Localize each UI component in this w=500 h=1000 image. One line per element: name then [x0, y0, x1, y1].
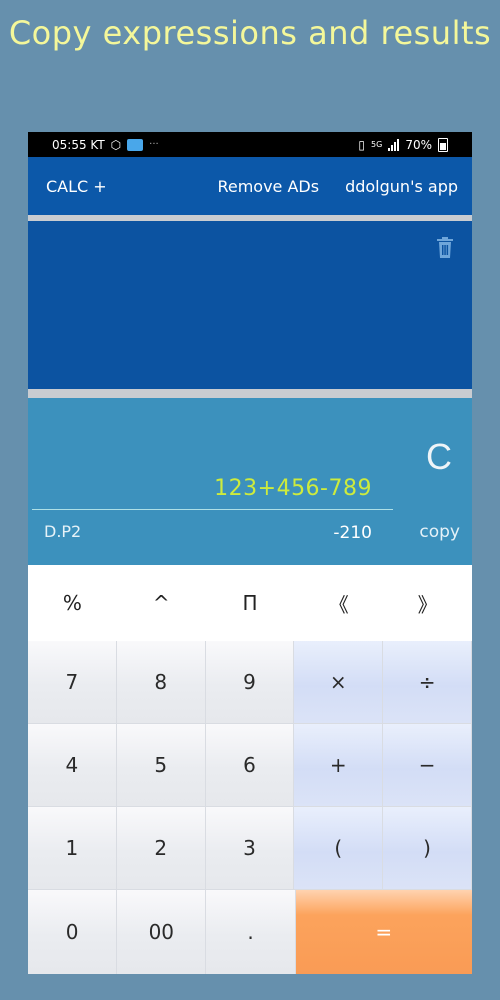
trash-icon[interactable]: [436, 237, 454, 259]
percent-key[interactable]: %: [28, 565, 117, 641]
multiply-key[interactable]: ×: [294, 641, 384, 724]
more-notifications-icon: ···: [149, 139, 159, 150]
remove-ads-button[interactable]: Remove ADs: [217, 177, 319, 196]
keypad: % ^ Π 《 》 7 8 9 × ÷ 4 5 6 + − 1 2 3 ( ): [28, 565, 472, 974]
key-2[interactable]: 2: [116, 807, 206, 890]
key-0[interactable]: 0: [28, 890, 118, 974]
key-6[interactable]: 6: [205, 724, 295, 807]
divide-key[interactable]: ÷: [383, 641, 472, 724]
key-3[interactable]: 3: [205, 807, 295, 890]
vibrate-icon: ▯: [358, 137, 366, 152]
notification-icon: [127, 138, 144, 151]
keypad-row: 0 00 . =: [28, 890, 472, 974]
promo-title: Copy expressions and results: [8, 14, 492, 52]
cursor-right-key[interactable]: 》: [383, 565, 472, 641]
equals-key[interactable]: =: [295, 890, 472, 974]
developer-app-button[interactable]: ddolgun's app: [345, 177, 458, 196]
open-paren-key[interactable]: (: [294, 807, 384, 890]
keypad-row: 1 2 3 ( ): [28, 807, 472, 890]
minus-key[interactable]: −: [383, 724, 472, 807]
result-value: -210: [333, 523, 372, 543]
key-5[interactable]: 5: [116, 724, 206, 807]
decimal-places-button[interactable]: D.P2: [44, 522, 81, 541]
signal-icon: [388, 138, 400, 151]
expression-underline: [32, 509, 393, 510]
keypad-row-functions: % ^ Π 《 》: [28, 565, 472, 641]
close-paren-key[interactable]: ): [383, 807, 472, 890]
status-bar: 05:55 KT ⬡ ··· ▯ 5G 70%: [28, 132, 472, 157]
plus-key[interactable]: +: [294, 724, 384, 807]
app-title: CALC +: [46, 176, 107, 196]
clear-button[interactable]: C: [426, 436, 452, 478]
divider: [28, 389, 472, 398]
phone-screen: 05:55 KT ⬡ ··· ▯ 5G 70% CALC + Remove AD…: [28, 132, 472, 974]
network-type: 5G: [371, 140, 383, 149]
key-9[interactable]: 9: [205, 641, 295, 724]
key-7[interactable]: 7: [28, 641, 117, 724]
status-time: 05:55 KT: [52, 137, 105, 152]
key-00[interactable]: 00: [117, 890, 207, 974]
copy-button[interactable]: copy: [419, 522, 460, 542]
hexagon-icon: ⬡: [110, 137, 122, 152]
history-panel[interactable]: [28, 221, 472, 389]
key-8[interactable]: 8: [116, 641, 206, 724]
pi-key[interactable]: Π: [205, 565, 295, 641]
decimal-key[interactable]: .: [206, 890, 296, 974]
key-1[interactable]: 1: [28, 807, 117, 890]
cursor-left-key[interactable]: 《: [294, 565, 384, 641]
battery-percent: 70%: [405, 137, 432, 152]
keypad-row: 7 8 9 × ÷: [28, 641, 472, 724]
keypad-row: 4 5 6 + −: [28, 724, 472, 807]
battery-icon: [438, 137, 448, 152]
key-4[interactable]: 4: [28, 724, 117, 807]
expression-input[interactable]: 123+456-789: [214, 476, 372, 501]
calculator-display: C 123+456-789 D.P2 -210 copy: [28, 398, 472, 565]
app-bar: CALC + Remove ADs ddolgun's app: [28, 157, 472, 215]
power-key[interactable]: ^: [116, 565, 206, 641]
